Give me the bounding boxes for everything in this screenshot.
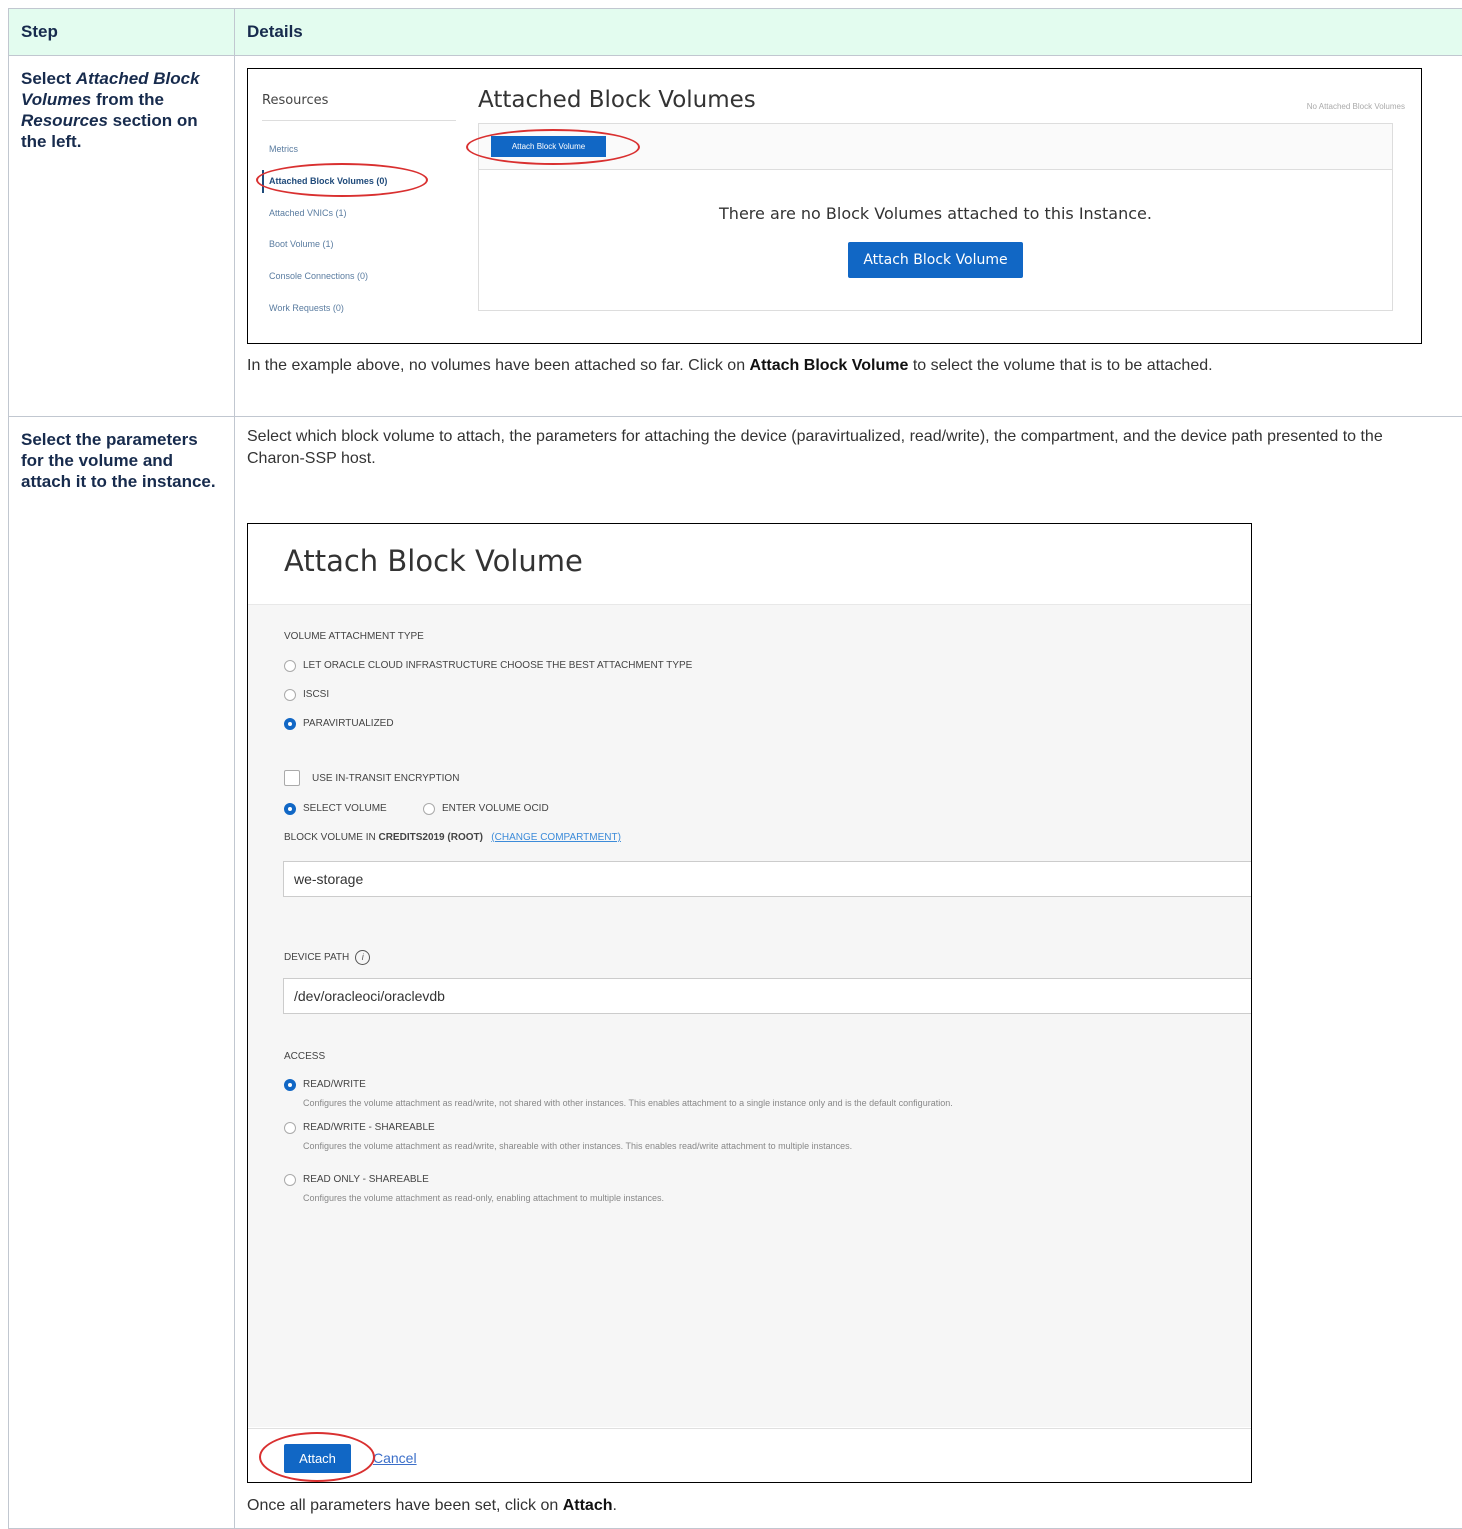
header-details: Details	[234, 8, 1462, 56]
block-volume-in-line: BLOCK VOLUME IN CREDITS2019 (ROOT) (CHAN…	[284, 832, 621, 843]
radio-iscsi[interactable]	[284, 689, 296, 701]
encryption-label: USE IN-TRANSIT ENCRYPTION	[312, 773, 460, 784]
details-cell: Resources Metrics Attached Block Volumes…	[234, 55, 1462, 417]
radio-read-only-shareable[interactable]	[284, 1174, 296, 1186]
volumes-panel: Attach Block Volume There are no Block V…	[478, 123, 1393, 311]
radio-enter-ocid[interactable]	[423, 803, 435, 815]
change-compartment-link[interactable]: (CHANGE COMPARTMENT)	[491, 832, 621, 843]
row2-outro: Once all parameters have been set, click…	[247, 1497, 617, 1514]
section-title: Attached Block Volumes	[478, 87, 756, 113]
option-iscsi: ISCSI	[303, 689, 330, 700]
emphasis: Attach Block Volume	[749, 357, 909, 374]
emphasis: Attach	[562, 1497, 613, 1514]
dialog-header: Attach Block Volume	[248, 524, 1251, 605]
option-read-only-shareable: READ ONLY - SHAREABLE	[303, 1174, 429, 1185]
attach-block-volume-button-small[interactable]: Attach Block Volume	[491, 136, 606, 157]
resource-item-work-requests[interactable]: Work Requests (0)	[269, 303, 344, 313]
resource-item-attached-block-volumes[interactable]: Attached Block Volumes (0)	[269, 176, 387, 186]
table-header-row: Step Details	[8, 8, 1462, 56]
hint-read-write-shareable: Configures the volume attachment as read…	[303, 1141, 853, 1151]
resources-title: Resources	[262, 93, 329, 108]
device-path-label: DEVICE PATH	[284, 952, 350, 964]
step-cell: Select Attached Block Volumes from the R…	[8, 55, 235, 417]
compartment-name: CREDITS2019 (ROOT)	[378, 832, 483, 843]
info-icon[interactable]: i	[355, 950, 371, 965]
panel-toolbar: Attach Block Volume	[479, 124, 1392, 170]
radio-read-write-shareable[interactable]	[284, 1122, 296, 1134]
table-row: Select Attached Block Volumes from the R…	[8, 55, 1462, 417]
checkbox-in-transit-encryption[interactable]	[284, 770, 300, 786]
resource-item-metrics[interactable]: Metrics	[269, 144, 298, 154]
step-emphasis: Resources	[21, 111, 108, 130]
resource-item-boot-volume[interactable]: Boot Volume (1)	[269, 239, 334, 249]
radio-select-volume[interactable]	[284, 803, 296, 815]
step-cell: Select the parameters for the volume and…	[8, 416, 235, 1529]
resource-item-attached-vnics[interactable]: Attached VNICs (1)	[269, 208, 347, 218]
option-read-write: READ/WRITE	[303, 1079, 366, 1090]
attach-button[interactable]: Attach	[284, 1444, 351, 1473]
option-best-attachment: LET ORACLE CLOUD INFRASTRUCTURE CHOOSE T…	[303, 660, 693, 671]
row1-paragraph: In the example above, no volumes have be…	[247, 357, 1213, 374]
access-label: ACCESS	[284, 1051, 326, 1062]
dialog-body: VOLUME ATTACHMENT TYPE LET ORACLE CLOUD …	[248, 605, 1251, 1427]
cancel-link[interactable]: Cancel	[373, 1450, 417, 1466]
device-path-select[interactable]: /dev/oracleoci/oraclevdb	[283, 978, 1251, 1014]
empty-message: There are no Block Volumes attached to t…	[719, 204, 1152, 223]
attachment-type-label: VOLUME ATTACHMENT TYPE	[284, 631, 424, 642]
row2-intro: Select which block volume to attach, the…	[247, 428, 1383, 467]
resource-item-console-connections[interactable]: Console Connections (0)	[269, 271, 368, 281]
dialog-title: Attach Block Volume	[284, 544, 583, 578]
header-step: Step	[8, 8, 235, 56]
radio-best-attachment[interactable]	[284, 660, 296, 672]
attach-block-volume-button[interactable]: Attach Block Volume	[848, 242, 1023, 278]
device-path-label-wrap: DEVICE PATH i	[284, 950, 371, 965]
option-enter-ocid: ENTER VOLUME OCID	[442, 803, 549, 814]
status-text: No Attached Block Volumes	[1306, 102, 1405, 111]
hint-read-write: Configures the volume attachment as read…	[303, 1098, 953, 1108]
option-select-volume: SELECT VOLUME	[303, 803, 387, 814]
hint-read-only-shareable: Configures the volume attachment as read…	[303, 1193, 665, 1203]
dialog-footer: Attach Cancel	[248, 1428, 1251, 1482]
table-row: Select the parameters for the volume and…	[8, 416, 1462, 1529]
block-volume-select[interactable]: we-storage	[283, 861, 1251, 897]
option-paravirtualized: PARAVIRTUALIZED	[303, 718, 394, 729]
resources-screenshot: Resources Metrics Attached Block Volumes…	[247, 68, 1422, 344]
option-read-write-shareable: READ/WRITE - SHAREABLE	[303, 1122, 435, 1133]
details-cell: Select which block volume to attach, the…	[234, 416, 1462, 1529]
steps-table: Step Details Select Attached Block Volum…	[8, 8, 1462, 1529]
attach-dialog-screenshot: Attach Block Volume VOLUME ATTACHMENT TY…	[247, 523, 1252, 1483]
resources-divider	[262, 120, 456, 121]
radio-paravirtualized[interactable]	[284, 718, 296, 730]
active-indicator	[262, 170, 264, 193]
radio-read-write[interactable]	[284, 1079, 296, 1091]
